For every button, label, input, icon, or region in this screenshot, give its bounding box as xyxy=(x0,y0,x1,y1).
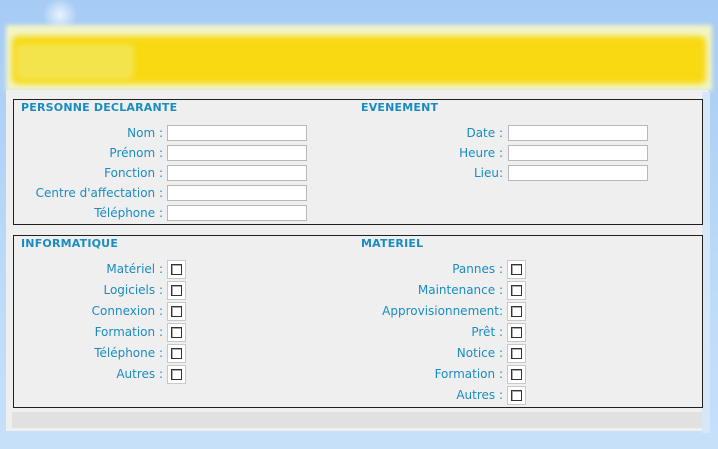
mat-pannes-checkbox-frame xyxy=(507,260,526,279)
section-title-declarant: PERSONNE DECLARANTE xyxy=(21,101,178,114)
info-logiciels-checkbox[interactable] xyxy=(171,285,182,296)
prenom-input[interactable] xyxy=(167,145,307,161)
label-date: Date : xyxy=(466,126,503,140)
label-info-telephone: Téléphone : xyxy=(94,346,163,360)
label-mat-pannes: Pannes : xyxy=(452,262,503,276)
info-materiel-checkbox-frame xyxy=(167,260,186,279)
info-formation-checkbox[interactable] xyxy=(171,327,182,338)
mat-pret-checkbox[interactable] xyxy=(511,327,522,338)
label-mat-approvisionnement: Approvisionnement: xyxy=(382,304,503,318)
mat-autres-checkbox-frame xyxy=(507,386,526,405)
label-info-materiel: Matériel : xyxy=(106,262,163,276)
label-mat-formation: Formation : xyxy=(434,367,503,381)
label-telephone: Téléphone : xyxy=(94,206,163,220)
label-info-formation: Formation : xyxy=(94,325,163,339)
label-mat-pret: Prêt : xyxy=(471,325,503,339)
label-fonction: Fonction : xyxy=(104,166,163,180)
heure-input[interactable] xyxy=(508,145,648,161)
mat-maintenance-checkbox[interactable] xyxy=(511,285,522,296)
header-banner-logo xyxy=(16,44,134,80)
info-connexion-checkbox[interactable] xyxy=(171,306,182,317)
label-info-logiciels: Logiciels : xyxy=(103,283,163,297)
mat-approvisionnement-checkbox[interactable] xyxy=(511,306,522,317)
label-mat-autres: Autres : xyxy=(456,388,503,402)
form-footer-bar xyxy=(12,412,702,428)
label-info-connexion: Connexion : xyxy=(91,304,163,318)
mat-maintenance-checkbox-frame xyxy=(507,281,526,300)
nom-input[interactable] xyxy=(167,125,307,141)
info-autres-checkbox[interactable] xyxy=(171,369,182,380)
mat-pret-checkbox-frame xyxy=(507,323,526,342)
mat-formation-checkbox-frame xyxy=(507,365,526,384)
info-telephone-checkbox[interactable] xyxy=(171,348,182,359)
info-formation-checkbox-frame xyxy=(167,323,186,342)
mat-notice-checkbox[interactable] xyxy=(511,348,522,359)
label-mat-notice: Notice : xyxy=(456,346,503,360)
section-title-informatique: INFORMATIQUE xyxy=(21,237,119,250)
telephone-input[interactable] xyxy=(167,205,307,221)
label-lieu: Lieu: xyxy=(473,166,503,180)
section-title-materiel: MATERIEL xyxy=(361,237,424,250)
info-telephone-checkbox-frame xyxy=(167,344,186,363)
info-logiciels-checkbox-frame xyxy=(167,281,186,300)
mat-notice-checkbox-frame xyxy=(507,344,526,363)
panel-shadow xyxy=(702,92,710,433)
mat-formation-checkbox[interactable] xyxy=(511,369,522,380)
mat-approvisionnement-checkbox-frame xyxy=(507,302,526,321)
info-materiel-checkbox[interactable] xyxy=(171,264,182,275)
label-nom: Nom : xyxy=(127,126,163,140)
label-info-autres: Autres : xyxy=(116,367,163,381)
info-autres-checkbox-frame xyxy=(167,365,186,384)
section-title-evenement: EVENEMENT xyxy=(361,101,439,114)
mat-autres-checkbox[interactable] xyxy=(511,390,522,401)
label-mat-maintenance: Maintenance : xyxy=(417,283,503,297)
label-heure: Heure : xyxy=(459,146,503,160)
info-connexion-checkbox-frame xyxy=(167,302,186,321)
lieu-input[interactable] xyxy=(508,165,648,181)
label-centre-affectation: Centre d'affectation : xyxy=(35,186,163,200)
centre-affectation-input[interactable] xyxy=(167,185,307,201)
fonction-input[interactable] xyxy=(167,165,307,181)
mat-pannes-checkbox[interactable] xyxy=(511,264,522,275)
label-prenom: Prénom : xyxy=(109,146,163,160)
section-informatique-materiel xyxy=(13,235,703,408)
date-input[interactable] xyxy=(508,125,648,141)
